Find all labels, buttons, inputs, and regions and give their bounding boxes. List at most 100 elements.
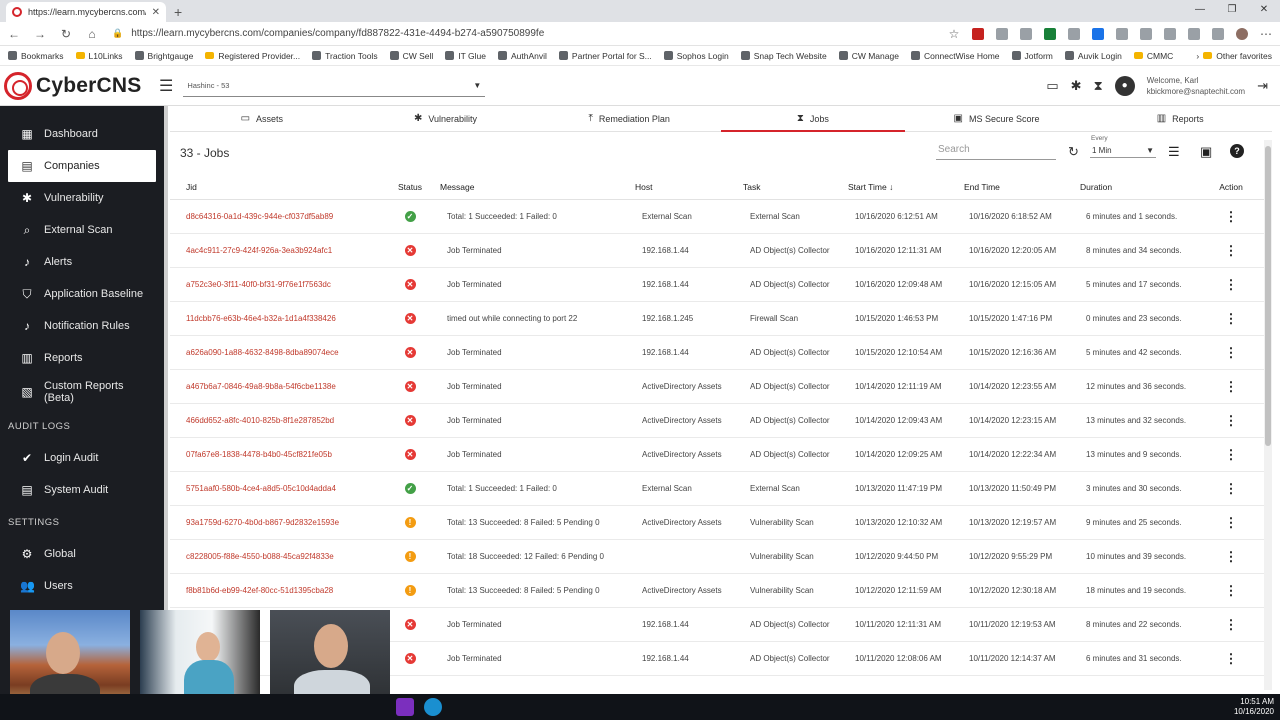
sidebar-item-users[interactable]: 👥 Users <box>0 570 164 602</box>
job-id-link[interactable]: 11dcbb76-e63b-46e4-b32a-1d1a4f338426 <box>170 314 384 323</box>
sidebar-scrollbar[interactable] <box>164 106 168 694</box>
scrollbar-thumb[interactable] <box>1265 146 1271 446</box>
favorites-icon[interactable] <box>1188 27 1200 40</box>
devices-icon[interactable]: ▭ <box>1046 78 1058 94</box>
job-id-link[interactable]: a752c3e0-3f11-40f0-bf31-9f76e1f7563dc <box>170 280 384 289</box>
columns-list-icon[interactable]: ☰ <box>1168 144 1180 160</box>
job-id-link[interactable]: a626a090-1a88-4632-8498-8dba89074ece <box>170 348 384 357</box>
row-actions-icon[interactable]: ⋮ <box>1209 549 1253 565</box>
bookmark[interactable]: Registered Provider... <box>205 51 300 61</box>
tab-remediation-plan[interactable]: ⤒ Remediation Plan <box>537 106 721 131</box>
sidebar-item-global[interactable]: ⚙ Global <box>0 538 164 570</box>
bookmark[interactable]: Partner Portal for S... <box>558 51 652 61</box>
sidebar-item-custom-reports[interactable]: ▧ Custom Reports (Beta) <box>0 374 164 410</box>
sidebar-item-dashboard[interactable]: ▦ Dashboard <box>0 118 164 150</box>
sidebar-item-vulnerability[interactable]: ✱ Vulnerability <box>0 182 164 214</box>
restore-icon[interactable]: ❐ <box>1216 0 1248 22</box>
bug-icon[interactable]: ✱ <box>1071 78 1082 94</box>
sidebar-item-login-audit[interactable]: ✔ Login Audit <box>0 442 164 474</box>
column-header-status[interactable]: Status <box>384 182 436 192</box>
sidebar-item-system-audit[interactable]: ▤ System Audit <box>0 474 164 506</box>
tab-reports[interactable]: ▥ Reports <box>1088 106 1272 131</box>
menu-toggle-icon[interactable]: ☰ <box>159 76 173 96</box>
row-actions-icon[interactable]: ⋮ <box>1209 413 1253 429</box>
extension-icon[interactable] <box>1164 27 1176 40</box>
job-id-link[interactable]: 93a1759d-6270-4b0d-b867-9d2832e1593e <box>170 518 384 527</box>
home-icon[interactable]: ⌂ <box>86 27 98 41</box>
reload-icon[interactable]: ↻ <box>60 27 72 41</box>
column-header-jid[interactable]: Jid <box>170 182 384 192</box>
row-actions-icon[interactable]: ⋮ <box>1209 515 1253 531</box>
system-clock[interactable]: 10:51 AM 10/16/2020 <box>1234 697 1280 717</box>
row-actions-icon[interactable]: ⋮ <box>1209 345 1253 361</box>
extension-icon[interactable] <box>1092 27 1104 40</box>
sidebar-item-companies[interactable]: ▤ Companies <box>8 150 156 182</box>
minimize-icon[interactable]: — <box>1184 0 1216 22</box>
row-actions-icon[interactable]: ⋮ <box>1209 209 1253 225</box>
row-actions-icon[interactable]: ⋮ <box>1209 481 1253 497</box>
job-id-link[interactable]: 5751aaf0-580b-4ce4-a8d5-05c10d4adda4 <box>170 484 384 493</box>
url-field[interactable]: 🔒 https://learn.mycybercns.com/companies… <box>112 28 832 39</box>
other-favorites[interactable]: › Other favorites <box>1196 51 1272 61</box>
close-window-icon[interactable]: ✕ <box>1248 0 1280 22</box>
sidebar-item-alerts[interactable]: ♪ Alerts <box>0 246 164 278</box>
bookmark[interactable]: CW Sell <box>389 51 433 61</box>
extension-icon[interactable] <box>1068 27 1080 40</box>
bookmark[interactable]: IT Glue <box>445 51 486 61</box>
sidebar-item-application-baseline[interactable]: ⛉ Application Baseline <box>0 278 164 310</box>
browser-tab[interactable]: https://learn.mycybercns.com/co ✕ <box>6 2 166 22</box>
app-logo[interactable]: CyberCNS <box>0 71 165 100</box>
bookmark[interactable]: L10Links <box>75 51 123 61</box>
refresh-interval-select[interactable]: 1 Min ▼ <box>1090 144 1156 158</box>
bookmark[interactable]: CMMC <box>1133 51 1173 61</box>
extension-icon[interactable] <box>1044 27 1056 40</box>
save-icon[interactable]: ▣ <box>1200 144 1212 160</box>
extension-icon[interactable] <box>1140 27 1152 40</box>
close-tab-icon[interactable]: ✕ <box>152 7 160 18</box>
column-header-end-time[interactable]: End Time <box>964 182 1080 192</box>
job-id-link[interactable]: f8b81b6d-eb99-42ef-80cc-51d1395cba28 <box>170 586 384 595</box>
job-id-link[interactable]: 07fa67e8-1838-4478-b4b0-45cf821fe05b <box>170 450 384 459</box>
bookmark[interactable]: Bookmarks <box>8 51 64 61</box>
column-header-host[interactable]: Host <box>635 182 743 192</box>
tab-assets[interactable]: ▭ Assets <box>170 106 354 131</box>
sidebar-item-external-scan[interactable]: ⌕ External Scan <box>0 214 164 246</box>
company-select[interactable]: Hashinc - 53 ▼ <box>183 75 486 97</box>
hourglass-icon[interactable]: ⧗ <box>1094 78 1103 94</box>
refresh-icon[interactable]: ↻ <box>1068 144 1079 160</box>
bookmark[interactable]: CW Manage <box>838 51 899 61</box>
logout-icon[interactable]: ⇥ <box>1257 78 1268 94</box>
row-actions-icon[interactable]: ⋮ <box>1209 277 1253 293</box>
more-menu-icon[interactable]: ⋯ <box>1260 27 1272 41</box>
edge-icon[interactable] <box>424 698 442 716</box>
bookmark[interactable]: Traction Tools <box>312 51 378 61</box>
job-id-link[interactable]: c8228005-f88e-4550-b088-45ca92f4833e <box>170 552 384 561</box>
job-id-link[interactable]: 4ac4c911-27c9-424f-926a-3ea3b924afc1 <box>170 246 384 255</box>
row-actions-icon[interactable]: ⋮ <box>1209 617 1253 633</box>
content-scrollbar[interactable] <box>1264 140 1272 690</box>
forward-icon[interactable]: → <box>34 27 46 41</box>
tab-vulnerability[interactable]: ✱ Vulnerability <box>354 106 538 131</box>
profile-avatar[interactable] <box>1236 27 1248 40</box>
sidebar-item-notification-rules[interactable]: ♪ Notification Rules <box>0 310 164 342</box>
row-actions-icon[interactable]: ⋮ <box>1209 583 1253 599</box>
extension-icon[interactable] <box>996 27 1008 40</box>
tab-jobs[interactable]: ⧗ Jobs <box>721 106 905 132</box>
collections-icon[interactable] <box>1212 27 1224 40</box>
job-id-link[interactable]: 466dd652-a8fc-4010-825b-8f1e287852bd <box>170 416 384 425</box>
new-tab-icon[interactable]: + <box>174 4 182 20</box>
tab-ms-secure-score[interactable]: ▣ MS Secure Score <box>905 106 1089 131</box>
bookmark[interactable]: Snap Tech Website <box>740 51 827 61</box>
job-id-link[interactable]: d8c64316-0a1d-439c-944e-cf037df5ab89 <box>170 212 384 221</box>
column-header-start-time[interactable]: Start Time ↓ <box>848 182 964 192</box>
bookmark[interactable]: AuthAnvil <box>498 51 547 61</box>
bookmark[interactable]: Jotform <box>1011 51 1053 61</box>
row-actions-icon[interactable]: ⋮ <box>1209 447 1253 463</box>
extension-icon[interactable] <box>1020 27 1032 40</box>
star-icon[interactable]: ☆ <box>948 27 960 41</box>
extension-icon[interactable] <box>1116 27 1128 40</box>
bookmark[interactable]: Sophos Login <box>663 51 729 61</box>
back-icon[interactable]: ← <box>8 27 20 41</box>
bookmark[interactable]: Brightgauge <box>134 51 193 61</box>
column-header-duration[interactable]: Duration <box>1080 182 1209 192</box>
